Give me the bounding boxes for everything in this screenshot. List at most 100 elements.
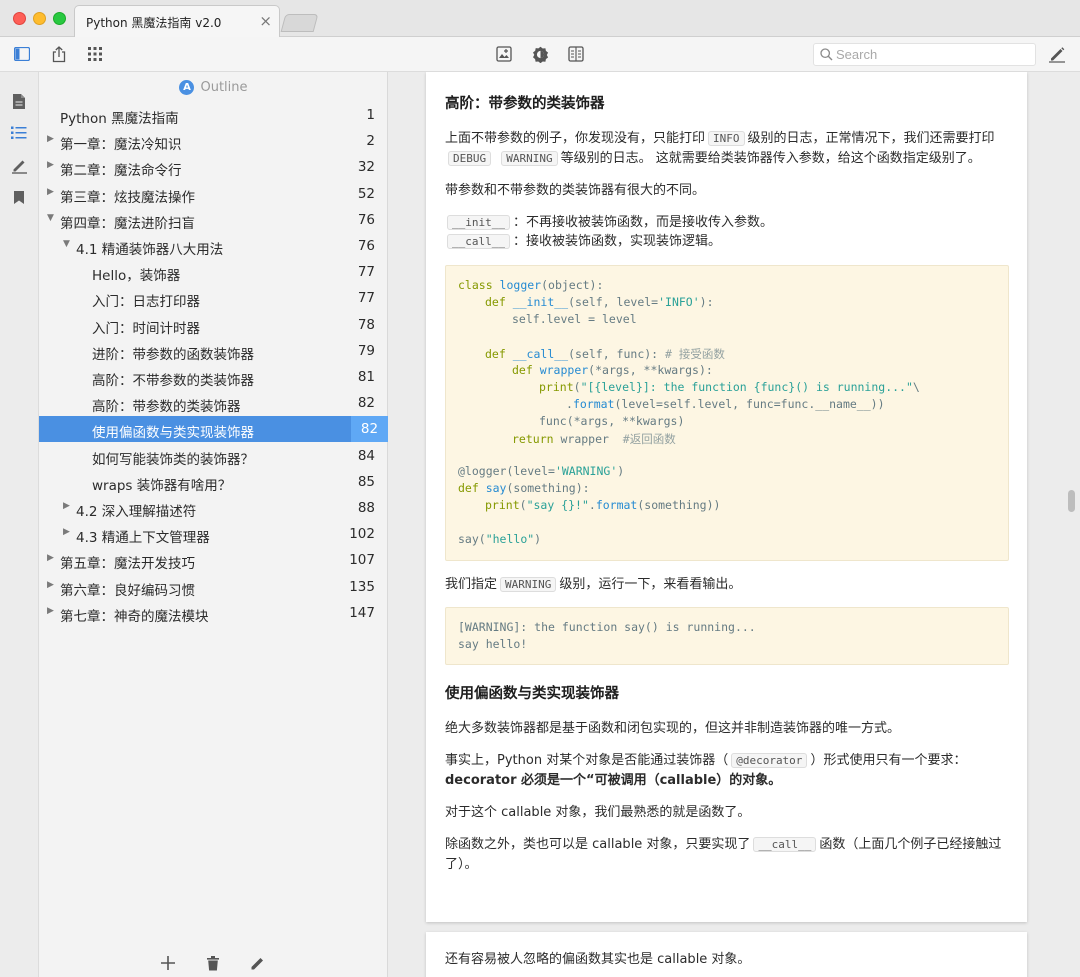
outline-item[interactable]: Hello，装饰器 77 — [39, 259, 388, 285]
outline-item[interactable]: ▼ 第四章：魔法进阶扫盲 76 — [39, 207, 388, 233]
inline-code: __call__ — [447, 234, 510, 249]
insert-image-icon[interactable] — [495, 45, 513, 63]
editor-scrollbar[interactable] — [1068, 490, 1075, 512]
document-tab[interactable]: Python 黑魔法指南 v2.0 × — [74, 5, 280, 37]
disclosure-collapsed-icon[interactable]: ▶ — [47, 187, 54, 197]
close-window-button[interactable] — [13, 12, 26, 25]
paragraph: 对于这个 callable 对象，我们最熟悉的就是函数了。 — [445, 805, 751, 820]
disclosure-collapsed-icon[interactable]: ▶ — [47, 134, 54, 144]
bookmark-icon[interactable] — [10, 188, 28, 206]
paragraph: 带参数和不带参数的类装饰器有很大的不同。 — [445, 183, 706, 198]
outline-item[interactable]: 高阶：带参数的类装饰器 82 — [39, 390, 388, 416]
outline-item[interactable]: ▶ 第三章：炫技魔法操作 52 — [39, 181, 388, 207]
outline-item-label: Python 黑魔法指南 — [60, 111, 179, 127]
outline-item[interactable]: 如何写能装饰类的装饰器？ 84 — [39, 443, 388, 469]
minimize-window-button[interactable] — [33, 12, 46, 25]
outline-item[interactable]: ▶ 第六章：良好编码习惯 135 — [39, 574, 388, 600]
outline-item-page: 107 — [349, 552, 375, 569]
title-bar: Python 黑魔法指南 v2.0 × — [0, 0, 1080, 37]
disclosure-collapsed-icon[interactable]: ▶ — [47, 160, 54, 170]
list-item: __init__ ：不再接收被装饰函数，而是接收传入参数。 — [445, 213, 1010, 233]
outline-item-label: 第二章：魔法命令行 — [60, 163, 182, 180]
outline-item[interactable]: 入门：日志打印器 77 — [39, 285, 388, 311]
paragraph: 上面不带参数的例子，你发现没有，只能打印 INFO 级别的日志，正常情况下，我们还需… — [445, 131, 995, 166]
edit-mode-icon[interactable] — [1048, 45, 1066, 63]
outline-item-page: 76 — [357, 238, 375, 254]
outline-item-label: 进阶：带参数的函数装饰器 — [92, 346, 254, 363]
outline-item[interactable]: 使用偏函数与类实现装饰器 82 — [39, 416, 388, 443]
pen-icon[interactable] — [10, 156, 28, 174]
outline-item[interactable]: wraps 装饰器有啥用？ 85 — [39, 469, 388, 495]
tab-close-icon[interactable]: × — [259, 12, 272, 30]
outline-item-label: 第四章：魔法进阶扫盲 — [60, 215, 195, 232]
section-heading: 高阶：带参数的类装饰器 — [445, 96, 605, 112]
disclosure-collapsed-icon[interactable]: ▶ — [47, 580, 54, 590]
trash-icon[interactable] — [204, 954, 222, 972]
outline-item-page: 77 — [357, 290, 375, 307]
output-block[interactable]: [WARNING]: the function say() is running… — [445, 607, 1009, 665]
outline-item-page: 1 — [366, 107, 375, 123]
section-heading: 使用偏函数与类实现装饰器 — [445, 686, 619, 702]
disclosure-collapsed-icon[interactable]: ▶ — [63, 501, 70, 511]
outline-item[interactable]: ▶ 第一章：魔法冷知识 2 — [39, 128, 388, 154]
inline-code: WARNING — [500, 577, 557, 592]
disclosure-collapsed-icon[interactable]: ▶ — [63, 527, 70, 537]
outline-item[interactable]: 进阶：带参数的函数装饰器 79 — [39, 338, 388, 364]
search-input[interactable] — [836, 47, 1026, 62]
disclosure-expanded-icon[interactable]: ▼ — [47, 213, 54, 223]
paragraph: 事实上，Python 对某个对象是否能通过装饰器（ @decorator ）形式使用… — [445, 753, 967, 788]
outline-item-page: 77 — [357, 264, 375, 281]
outline-item[interactable]: ▶ 第七章：神奇的魔法模块 147 — [39, 600, 388, 626]
outline-item-label: 4.2 深入理解描述符 — [76, 504, 197, 520]
outline-item-page: 79 — [357, 342, 375, 359]
outline-item-label: 高阶：带参数的类装饰器 — [92, 399, 241, 416]
document-page[interactable]: 高阶：带参数的类装饰器 上面不带参数的例子，你发现没有，只能打印 INFO 级别的日… — [426, 72, 1027, 922]
outline-item-page: 84 — [357, 447, 375, 464]
outline-header: A Outline — [39, 78, 388, 96]
share-icon[interactable] — [50, 45, 68, 63]
files-icon[interactable] — [10, 92, 28, 110]
paragraph: 还有容易被人忽略的偏函数其实也是 callable 对象。 — [445, 952, 751, 967]
sidebar-toggle-icon[interactable] — [13, 45, 31, 63]
zoom-window-button[interactable] — [53, 12, 66, 25]
split-view-icon[interactable] — [567, 45, 585, 63]
code-block[interactable]: class logger(object): def __init__(self,… — [445, 265, 1009, 561]
new-tab-button[interactable] — [280, 14, 319, 32]
outline-item[interactable]: 入门：时间计时器 78 — [39, 312, 388, 338]
inline-code: DEBUG — [448, 150, 492, 166]
outline-item[interactable]: ▶ 4.2 深入理解描述符 88 — [39, 495, 388, 521]
outline-item[interactable]: ▶ 第五章：魔法开发技巧 107 — [39, 547, 388, 573]
outline-item-page: 52 — [357, 185, 375, 202]
theme-icon[interactable] — [531, 45, 549, 63]
outline-item-label: Hello，装饰器 — [92, 268, 181, 285]
icon-rail — [0, 72, 39, 977]
outline-item-page: 78 — [357, 316, 375, 333]
outline-item-page: 32 — [357, 159, 375, 176]
outline-item[interactable]: 高阶：不带参数的类装饰器 81 — [39, 364, 388, 390]
outline-item-page: 147 — [349, 604, 375, 621]
outline-item-label: 入门：日志打印器 — [92, 294, 200, 311]
search-box[interactable] — [813, 43, 1036, 66]
tab-title: Python 黑魔法指南 v2.0 — [86, 16, 222, 30]
outline-item-label: 入门：时间计时器 — [92, 320, 200, 337]
outline-item-page: 82 — [357, 395, 375, 412]
outline-item[interactable]: Python 黑魔法指南 1 — [39, 102, 388, 128]
outline-icon[interactable] — [10, 124, 28, 142]
outline-item-label: 第五章：魔法开发技巧 — [60, 556, 195, 573]
outline-item[interactable]: ▶ 第二章：魔法命令行 32 — [39, 154, 388, 180]
document-page[interactable]: 还有容易被人忽略的偏函数其实也是 callable 对象。 — [426, 932, 1027, 977]
disclosure-expanded-icon[interactable]: ▼ — [63, 239, 70, 249]
disclosure-collapsed-icon[interactable]: ▶ — [47, 606, 54, 616]
paragraph: 除函数之外，类也可以是 callable 对象，只要实现了 __call__ 函数（… — [445, 837, 1002, 872]
toolbar — [0, 37, 1080, 72]
outline-item-page: 2 — [366, 133, 375, 150]
disclosure-collapsed-icon[interactable]: ▶ — [47, 553, 54, 563]
grid-view-icon[interactable] — [86, 45, 104, 63]
inline-code: __call__ — [753, 837, 817, 852]
outline-item[interactable]: ▶ 4.3 精通上下文管理器 102 — [39, 521, 388, 547]
add-icon[interactable] — [159, 954, 177, 972]
inline-code: @decorator — [731, 753, 808, 768]
outline-item[interactable]: ▼ 4.1 精通装饰器八大用法 76 — [39, 233, 388, 259]
inline-code: __init__ — [447, 215, 510, 230]
rename-icon[interactable] — [248, 954, 266, 972]
